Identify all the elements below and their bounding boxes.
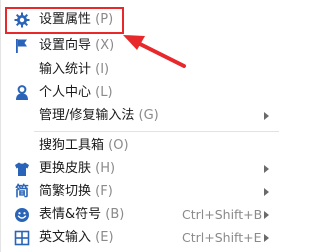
gear-icon xyxy=(14,12,30,28)
menu-item-label: 表情&符号 (B) xyxy=(39,207,125,222)
menu-item-label: 输入统计 (I) xyxy=(39,62,110,77)
menu-item-input-stats[interactable]: 输入统计 (I) xyxy=(1,58,286,82)
menu-item-label: 搜狗工具箱 (O) xyxy=(39,138,129,153)
menu-separator xyxy=(34,131,279,132)
menu-item-shortcut: Ctrl+Shift+E xyxy=(182,230,262,245)
simplified-traditional-icon: 简 xyxy=(15,184,29,200)
shirt-icon xyxy=(14,161,30,177)
menu-item-label: 设置属性 (P) xyxy=(39,12,114,27)
english-input-icon xyxy=(14,230,30,246)
submenu-arrow-icon xyxy=(264,211,269,219)
menu-item-manage-repair[interactable]: 管理/修复输入法 (G) xyxy=(1,104,286,128)
context-menu: 设置属性 (P) 设置向导 (X) 输入统计 (I) 个人中心 (L) 管理/修… xyxy=(0,0,285,252)
menu-item-shortcut: Ctrl+Shift+B xyxy=(182,207,263,222)
person-icon xyxy=(14,85,30,101)
menu-item-label: 简繁切换 (F) xyxy=(39,184,113,199)
menu-item-label: 更换皮肤 (H) xyxy=(39,161,116,176)
submenu-arrow-icon xyxy=(264,112,269,120)
submenu-arrow-icon xyxy=(264,234,269,242)
menu-item-english-input[interactable]: 英文输入 (E) Ctrl+Shift+E xyxy=(1,226,286,250)
menu-item-change-skin[interactable]: 更换皮肤 (H) xyxy=(1,157,286,181)
flag-icon xyxy=(14,38,30,54)
menu-item-sogou-toolbox[interactable]: 搜狗工具箱 (O) xyxy=(1,134,286,158)
menu-item-label: 英文输入 (E) xyxy=(39,230,114,245)
menu-item-label: 管理/修复输入法 (G) xyxy=(39,108,159,123)
menu-item-settings[interactable]: 设置属性 (P) xyxy=(1,8,286,32)
smiley-icon xyxy=(14,207,30,223)
submenu-arrow-icon xyxy=(264,188,269,196)
menu-item-simplified-traditional[interactable]: 简 简繁切换 (F) xyxy=(1,180,286,204)
menu-item-emoji-symbols[interactable]: 表情&符号 (B) Ctrl+Shift+B xyxy=(1,203,286,227)
menu-item-setup-wizard[interactable]: 设置向导 (X) xyxy=(1,34,286,58)
menu-item-label: 个人中心 (L) xyxy=(39,85,113,100)
menu-item-personal-center[interactable]: 个人中心 (L) xyxy=(1,81,286,105)
submenu-arrow-icon xyxy=(264,165,269,173)
menu-item-label: 设置向导 (X) xyxy=(39,38,115,53)
